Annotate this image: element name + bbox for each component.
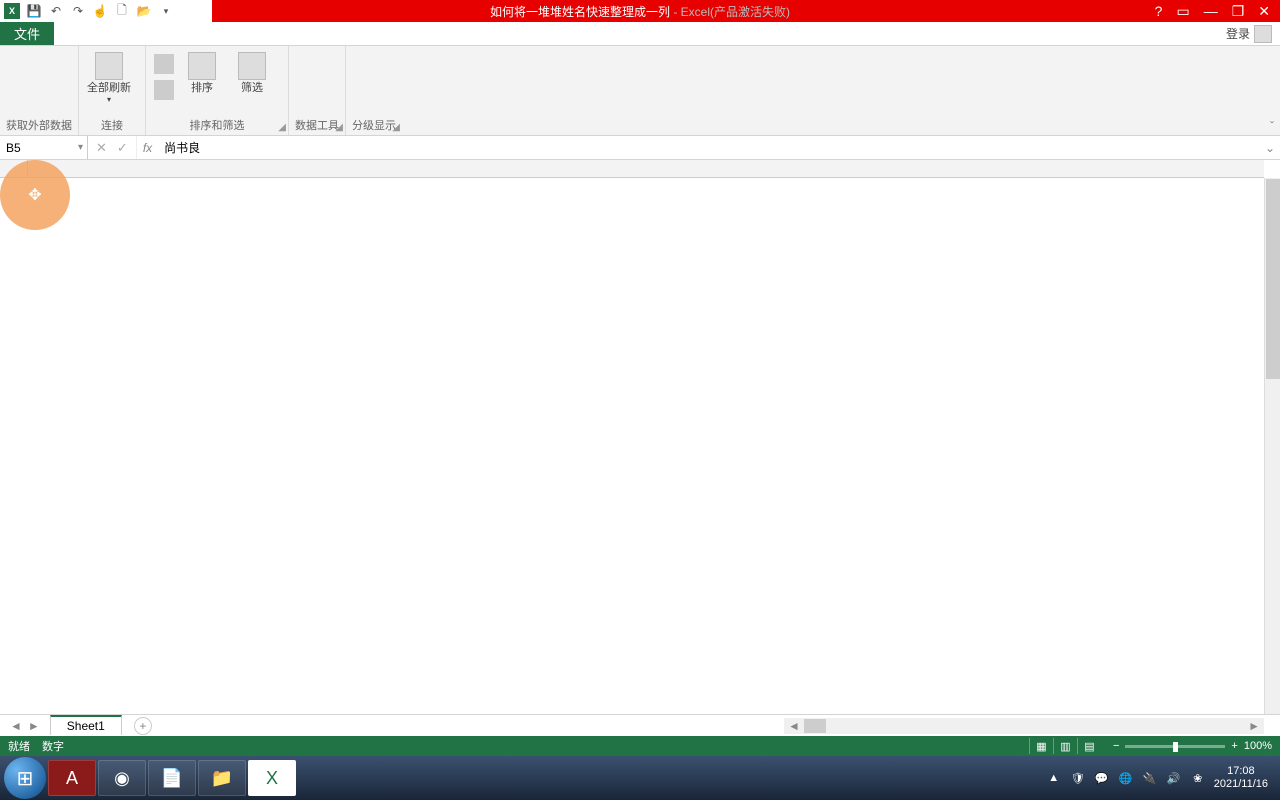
status-bar: 就绪 数字 ▦ ▥ ▤ −+ 100% xyxy=(0,736,1280,756)
quick-access-toolbar: X 💾 ↶ ↷ ☝ 🗋 📂 ▾ xyxy=(0,0,212,22)
dialog-launcher-icon[interactable]: ◢ xyxy=(278,122,286,133)
spreadsheet-grid[interactable]: ✥ xyxy=(0,160,1280,714)
redo-icon[interactable]: ↷ xyxy=(70,3,86,19)
title-bar: X 💾 ↶ ↷ ☝ 🗋 📂 ▾ 如何将一堆堆姓名快速整理成一列 - Excel(… xyxy=(0,0,1280,22)
avatar-icon xyxy=(1254,25,1272,43)
window-controls: ? ▭ — ❐ ✕ xyxy=(1155,3,1280,20)
column-headers[interactable] xyxy=(28,160,1264,178)
ribbon-group-connections: 全部刷新▾ 连接 xyxy=(79,46,146,135)
refresh-all-button[interactable]: 全部刷新▾ xyxy=(85,48,133,105)
windows-taskbar: ⊞ A ◉ 📄 📁 X ▲ 🛡 💬 🌐 🔌 🔊 ❀ 17:082021/11/1… xyxy=(0,756,1280,800)
sheet-tab-bar: ◄► Sheet1 + ◄ ► xyxy=(0,714,1280,736)
task-word[interactable]: 📄 xyxy=(148,760,196,796)
undo-icon[interactable]: ↶ xyxy=(48,3,64,19)
horizontal-scrollbar[interactable]: ◄ ► xyxy=(784,718,1264,734)
tray-volume-icon: 🔊 xyxy=(1166,770,1182,786)
task-explorer[interactable]: 📁 xyxy=(198,760,246,796)
help-icon[interactable]: ? xyxy=(1155,3,1163,20)
dialog-launcher-icon[interactable]: ◢ xyxy=(335,122,343,133)
formula-bar: B5 ✕ ✓ fx 尚书良 ⌄ xyxy=(0,136,1280,160)
formula-input[interactable]: 尚书良 xyxy=(158,136,1260,159)
menu-bar: 文件 登录 xyxy=(0,22,1280,46)
cells-area[interactable] xyxy=(28,178,1264,714)
tray-app-icon: ❀ xyxy=(1190,770,1206,786)
close-icon[interactable]: ✕ xyxy=(1258,3,1270,20)
vertical-scrollbar[interactable] xyxy=(1264,178,1280,714)
task-excel[interactable]: X xyxy=(248,760,296,796)
restore-icon[interactable]: ❐ xyxy=(1232,3,1245,20)
dialog-launcher-icon[interactable]: ◢ xyxy=(392,122,400,133)
tray-up-icon: ▲ xyxy=(1046,770,1062,786)
ribbon: 获取外部数据 全部刷新▾ 连接 排序 筛选 排序和筛选 ◢ 数据工具 ◢ 分级 xyxy=(0,46,1280,136)
ribbon-group-sort-filter: 排序 筛选 排序和筛选 ◢ xyxy=(146,46,289,135)
open-icon[interactable]: 📂 xyxy=(136,3,152,19)
formula-controls: ✕ ✓ xyxy=(88,136,137,159)
ribbon-group-data-tools: 数据工具 ◢ xyxy=(289,46,346,135)
page-break-view-icon[interactable]: ▤ xyxy=(1077,738,1101,754)
tray-chat-icon: 💬 xyxy=(1094,770,1110,786)
start-button[interactable]: ⊞ xyxy=(4,757,46,799)
page-layout-view-icon[interactable]: ▥ xyxy=(1053,738,1077,754)
cancel-formula-icon[interactable]: ✕ xyxy=(96,140,107,156)
touch-icon[interactable]: ☝ xyxy=(92,3,108,19)
task-autocad[interactable]: A xyxy=(48,760,96,796)
save-icon[interactable]: 💾 xyxy=(26,3,42,19)
login-button[interactable]: 登录 xyxy=(1218,22,1280,45)
new-icon[interactable]: 🗋 xyxy=(114,3,130,19)
minimize-icon[interactable]: — xyxy=(1204,3,1218,20)
tray-network-icon: 🌐 xyxy=(1118,770,1134,786)
sort-az-button[interactable] xyxy=(154,54,174,74)
status-ready: 就绪 xyxy=(8,738,30,754)
zoom-control[interactable]: −+ 100% xyxy=(1113,740,1272,752)
sheet-tab[interactable]: Sheet1 xyxy=(50,715,122,735)
sort-za-button[interactable] xyxy=(154,80,174,100)
tray-clock[interactable]: 17:082021/11/16 xyxy=(1214,765,1268,791)
accept-formula-icon[interactable]: ✓ xyxy=(117,140,128,156)
cursor-highlight: ✥ xyxy=(0,160,70,230)
add-sheet-button[interactable]: + xyxy=(134,717,152,735)
file-tab[interactable]: 文件 xyxy=(0,22,54,45)
name-box[interactable]: B5 xyxy=(0,136,88,159)
task-browser[interactable]: ◉ xyxy=(98,760,146,796)
sort-button[interactable]: 排序 xyxy=(178,48,226,94)
excel-icon: X xyxy=(4,3,20,19)
normal-view-icon[interactable]: ▦ xyxy=(1029,738,1053,754)
window-title: 如何将一堆堆姓名快速整理成一列 - Excel(产品激活失败) xyxy=(490,3,790,20)
qat-more-icon[interactable]: ▾ xyxy=(158,3,174,19)
system-tray[interactable]: ▲ 🛡 💬 🌐 🔌 🔊 ❀ 17:082021/11/16 xyxy=(1046,765,1276,791)
sheet-nav[interactable]: ◄► xyxy=(0,719,50,733)
tray-power-icon: 🔌 xyxy=(1142,770,1158,786)
ribbon-options-icon[interactable]: ▭ xyxy=(1176,3,1189,20)
ribbon-group-external-data: 获取外部数据 xyxy=(0,46,79,135)
collapse-ribbon-icon[interactable]: ˇ xyxy=(1270,119,1274,133)
fx-icon[interactable]: fx xyxy=(137,136,158,159)
ribbon-group-outline: 分级显示 ◢ xyxy=(346,46,402,135)
tray-shield-icon: 🛡 xyxy=(1070,770,1086,786)
filter-button[interactable]: 筛选 xyxy=(228,48,276,94)
expand-formula-bar-icon[interactable]: ⌄ xyxy=(1260,136,1280,159)
status-mode: 数字 xyxy=(42,738,64,754)
